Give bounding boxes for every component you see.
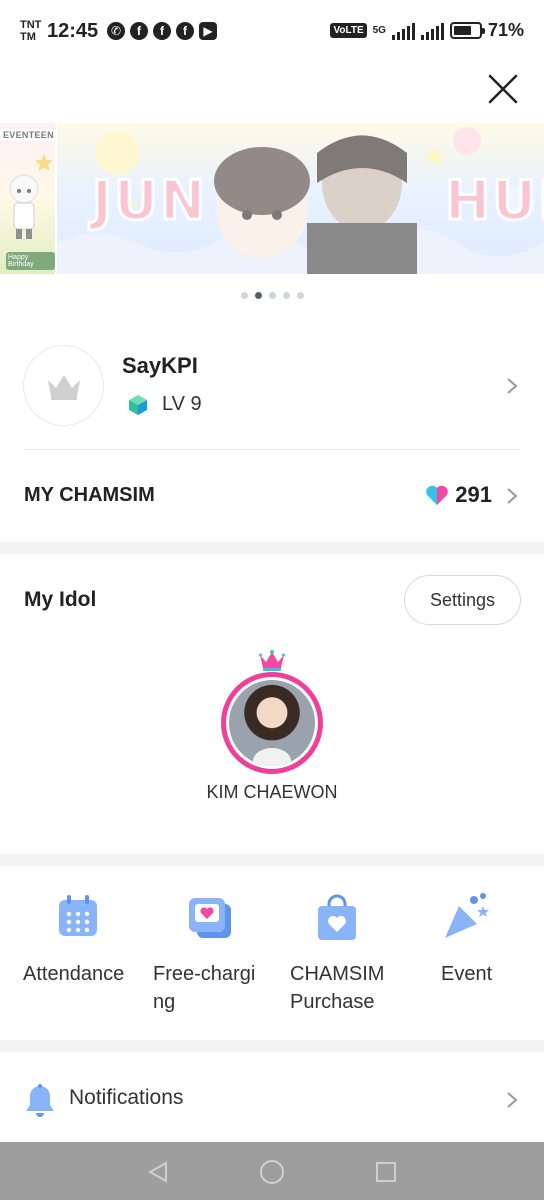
status-indicators: VoLTE 5G 71% — [330, 20, 524, 41]
close-icon — [488, 74, 518, 104]
signal-icon — [391, 22, 415, 40]
shortcut-attendance[interactable]: Attendance — [23, 892, 143, 1032]
idol-name: KIM CHAEWON — [206, 782, 338, 802]
whatsapp-icon: ✆ — [107, 22, 125, 40]
status-bar: TNT TM 12:45 ✆ f f f ▶ VoLTE 5G 71% — [0, 0, 544, 62]
carousel-dot[interactable] — [296, 292, 304, 299]
carousel-dot[interactable] — [282, 292, 290, 299]
idol-photo — [229, 680, 315, 766]
section-divider — [0, 542, 544, 554]
wallet-heart-icon — [189, 898, 231, 938]
level-indicator: LV 9 — [128, 393, 202, 416]
shortcut-chamsim-purchase[interactable]: CHAMSIM Purchase — [290, 892, 410, 1032]
battery-percent: 71% — [487, 20, 524, 40]
notifications-label: Notifications — [69, 1086, 184, 1109]
banner-overlay — [0, 123, 544, 274]
shortcut-label: Event — [441, 963, 493, 985]
signal-icon — [420, 22, 444, 40]
system-navigation-bar — [0, 1142, 544, 1200]
notifications-row[interactable]: Notifications — [0, 1078, 544, 1122]
bell-icon — [26, 1084, 54, 1117]
level-cube-icon — [129, 394, 147, 415]
home-icon[interactable] — [259, 1159, 285, 1185]
calendar-icon — [59, 895, 97, 936]
shortcut-label: Free-charging — [153, 963, 256, 1013]
carrier-label: TNT TM — [20, 19, 42, 43]
shortcut-free-charging[interactable]: Free-charging — [153, 892, 273, 1032]
facebook-icon: f — [130, 22, 148, 40]
level-label: LV 9 — [162, 393, 202, 415]
username: SayKPI — [122, 353, 198, 378]
shopping-bag-icon — [318, 894, 356, 940]
recent-apps-icon[interactable] — [374, 1160, 398, 1184]
my-idol-title: My Idol — [24, 588, 97, 611]
avatar[interactable] — [23, 345, 104, 426]
carousel-indicator — [0, 292, 544, 299]
carousel-dot[interactable] — [268, 292, 276, 299]
section-divider — [0, 1040, 544, 1052]
party-popper-icon — [445, 893, 489, 938]
chevron-right-icon — [507, 1092, 518, 1108]
status-time: 12:45 — [47, 20, 99, 42]
back-icon[interactable] — [146, 1160, 170, 1184]
profile-row[interactable]: SayKPI LV 9 — [0, 345, 544, 427]
settings-button[interactable]: Settings — [404, 575, 521, 625]
carousel-dot[interactable] — [240, 292, 248, 299]
chevron-right-icon — [507, 488, 518, 504]
video-icon: ▶ — [199, 22, 217, 40]
chevron-right-icon — [507, 378, 518, 394]
heart-icon — [426, 485, 449, 505]
notification-icons: ✆ f f f ▶ — [107, 22, 217, 40]
shortcut-label: CHAMSIM Purchase — [290, 963, 385, 1013]
facebook-icon: f — [153, 22, 171, 40]
chamsim-count: 291 — [455, 482, 492, 507]
shortcut-label: Attendance — [23, 963, 125, 985]
close-button[interactable] — [486, 72, 520, 106]
section-divider — [0, 854, 544, 866]
volte-badge: VoLTE — [330, 23, 367, 38]
chamsim-balance: 291 — [425, 482, 492, 508]
idol-avatar[interactable] — [221, 672, 323, 774]
divider — [23, 449, 521, 450]
shortcut-event[interactable]: Event — [441, 892, 541, 1032]
promo-banner-carousel[interactable]: EVENTEEN Happy Birthday JUN HUI — [0, 123, 544, 274]
crown-icon — [47, 374, 80, 400]
facebook-icon: f — [176, 22, 194, 40]
network-type: 5G — [372, 25, 386, 36]
my-chamsim-label: MY CHAMSIM — [24, 484, 155, 506]
my-chamsim-row[interactable]: MY CHAMSIM 291 — [0, 470, 544, 522]
crown-icon — [259, 650, 285, 671]
battery-icon — [449, 22, 485, 39]
carousel-dot[interactable] — [254, 292, 262, 299]
